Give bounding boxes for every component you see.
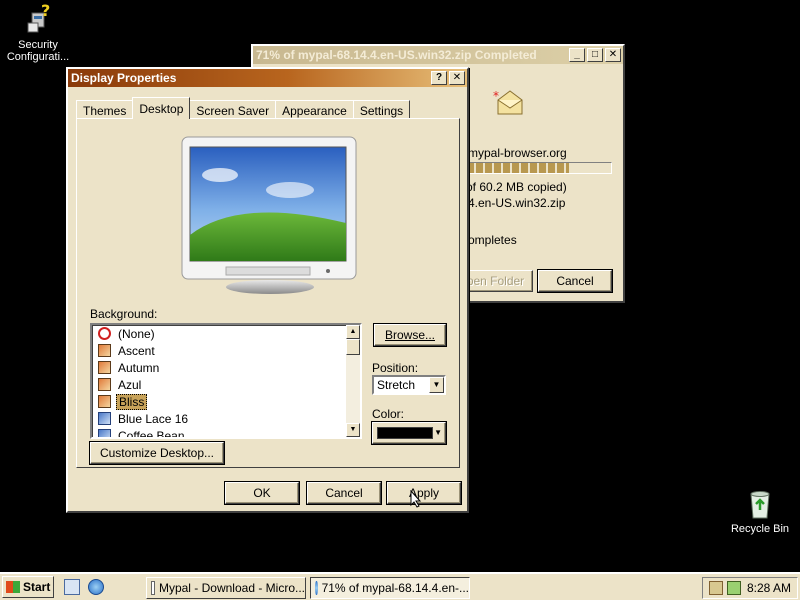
cancel-button[interactable]: Cancel (307, 482, 381, 504)
list-item-label: (None) (118, 326, 155, 341)
internet-explorer-icon[interactable] (88, 579, 104, 595)
list-item-label: Blue Lace 16 (118, 411, 189, 426)
display-properties-title: Display Properties (71, 71, 177, 85)
customize-desktop-button[interactable]: Customize Desktop... (90, 442, 224, 464)
taskbar-item-label: Mypal - Download - Micro... (158, 581, 305, 595)
chevron-down-icon: ▼ (434, 428, 442, 437)
apply-button[interactable]: Apply (387, 482, 461, 504)
list-item-label: Bliss (116, 393, 148, 410)
image-file-icon (98, 395, 111, 408)
color-swatch (377, 427, 433, 439)
list-item[interactable]: (None) (92, 325, 360, 342)
scroll-thumb[interactable] (346, 339, 360, 355)
scroll-down-button[interactable]: ▼ (346, 423, 360, 437)
list-item[interactable]: Blue Lace 16 (92, 410, 360, 427)
image-file-icon (98, 361, 111, 374)
position-value: Stretch (377, 378, 416, 392)
tab-desktop[interactable]: Desktop (132, 97, 191, 119)
monitor-preview (180, 135, 358, 297)
download-progress-bar (466, 162, 612, 174)
windows-logo-icon (6, 581, 20, 593)
list-item-label: Azul (118, 377, 142, 392)
position-select[interactable]: Stretch ▼ (372, 375, 446, 395)
taskbar-item-download-progress[interactable]: 71% of mypal-68.14.4.en-... (310, 577, 470, 599)
position-label: Position: (372, 361, 419, 375)
recycle-bin-icon (744, 488, 776, 520)
close-button[interactable]: ✕ (449, 71, 465, 85)
image-file-icon (98, 378, 111, 391)
download-completes-text: ompletes (468, 233, 517, 247)
taskbar-item-label: 71% of mypal-68.14.4.en-... (321, 581, 469, 595)
image-file-icon (98, 344, 111, 357)
list-item[interactable]: Coffee Bean (92, 427, 360, 439)
list-item-label: Autumn (118, 360, 160, 375)
background-list-scrollbar[interactable]: ▲ ▼ (346, 325, 360, 437)
svg-text:*: * (493, 89, 499, 103)
taskbar-item-mypal-download[interactable]: Mypal - Download - Micro... (146, 577, 306, 599)
tab-themes[interactable]: Themes (76, 100, 134, 119)
scroll-up-button[interactable]: ▲ (346, 325, 360, 339)
background-label: Background: (90, 307, 158, 321)
list-item[interactable]: Bliss (92, 393, 360, 410)
download-progress-fill (467, 163, 570, 173)
mouse-cursor-icon (410, 489, 422, 511)
download-cancel-button[interactable]: Cancel (538, 270, 612, 292)
browse-button[interactable]: Browse... (374, 324, 446, 346)
show-desktop-icon[interactable] (64, 579, 80, 595)
none-icon (98, 327, 111, 340)
network-icon[interactable] (727, 581, 741, 595)
close-button[interactable]: ✕ (605, 48, 621, 62)
svg-text:?: ? (41, 4, 50, 20)
list-item-label: Coffee Bean (118, 428, 185, 439)
desktop-icon-label: Recycle Bin (730, 523, 790, 535)
document-icon (151, 581, 155, 595)
download-filename-text: 4.en-US.win32.zip (468, 196, 566, 210)
ok-button[interactable]: OK (225, 482, 299, 504)
tab-strip: Themes Desktop Screen Saver Appearance S… (76, 97, 411, 119)
quick-launch (64, 579, 104, 595)
color-label: Color: (372, 407, 405, 421)
start-button[interactable]: Start (2, 576, 54, 598)
security-icon[interactable] (709, 581, 723, 595)
list-item[interactable]: Ascent (92, 342, 360, 359)
desktop-icon-recycle-bin[interactable]: Recycle Bin (720, 488, 800, 535)
download-window-titlebar[interactable]: 71% of mypal-68.14.4.en-US.win32.zip Com… (253, 46, 623, 64)
tab-screen-saver[interactable]: Screen Saver (189, 100, 277, 119)
minimize-button[interactable]: _ (569, 48, 585, 62)
image-file-icon (98, 412, 111, 425)
open-folder-button[interactable]: pen Folder (458, 270, 533, 292)
download-folder-icon: * (493, 86, 527, 120)
security-configuration-icon: ? (22, 1, 54, 36)
color-picker-button[interactable]: ▼ (372, 422, 446, 444)
list-item[interactable]: Azul (92, 376, 360, 393)
download-window-title: 71% of mypal-68.14.4.en-US.win32.zip Com… (256, 48, 537, 62)
background-listbox[interactable]: (None) Ascent Autumn Azul Bliss Blue Lac… (90, 323, 362, 439)
image-file-icon (98, 429, 111, 437)
tab-settings[interactable]: Settings (352, 100, 411, 119)
chevron-down-icon[interactable]: ▼ (429, 377, 444, 393)
monitor-icon (181, 136, 357, 294)
list-item-label: Ascent (118, 343, 155, 358)
tab-appearance[interactable]: Appearance (275, 100, 354, 119)
download-source: mypal-browser.org (468, 146, 567, 160)
internet-explorer-icon (315, 581, 318, 595)
display-properties-window: Display Properties ? ✕ Themes Desktop Sc… (66, 67, 469, 513)
display-properties-titlebar[interactable]: Display Properties ? ✕ (68, 69, 467, 87)
desktop-icon-label: Security Configurati... (6, 39, 70, 63)
list-item[interactable]: Autumn (92, 359, 360, 376)
maximize-button[interactable]: □ (587, 48, 603, 62)
start-label: Start (23, 580, 51, 594)
system-tray: 8:28 AM (702, 577, 798, 599)
clock[interactable]: 8:28 AM (747, 581, 791, 595)
taskbar: Start Mypal - Download - Micro... 71% of… (0, 572, 800, 600)
help-button[interactable]: ? (431, 71, 447, 85)
download-copied-text: of 60.2 MB copied) (466, 180, 567, 194)
desktop-icon-security-configuration[interactable]: ? Security Configurati... (0, 1, 78, 63)
